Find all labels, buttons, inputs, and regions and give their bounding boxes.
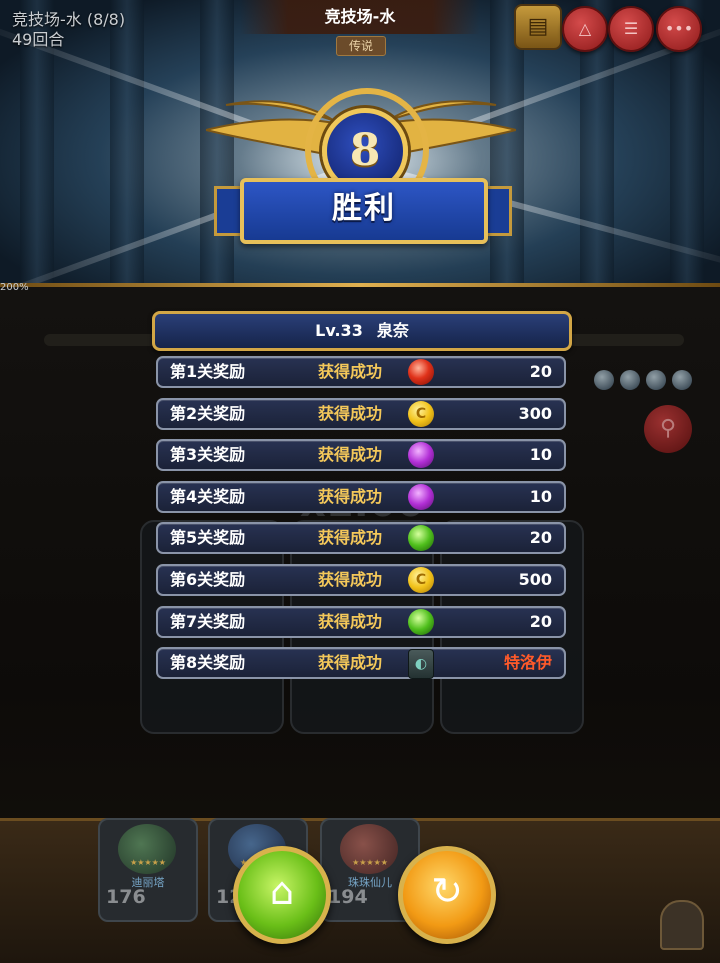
map-button[interactable]: ▤ — [514, 4, 562, 50]
reward-row: 第5关奖励 获得成功 20 — [156, 522, 566, 554]
exit-door-icon — [660, 900, 704, 950]
green-orb-icon — [408, 525, 434, 551]
turn-count-label: 49回合 — [12, 30, 65, 49]
side-percent: 200% — [0, 282, 29, 293]
reward-amount: 20 — [529, 362, 552, 381]
reward-status: 获得成功 — [318, 612, 383, 631]
reward-row: 第3关奖励 获得成功 10 — [156, 439, 566, 471]
difficulty-tag: 传说 — [336, 36, 386, 56]
reward-stage-label: 第8关奖励 — [170, 653, 246, 672]
retry-icon: ↻ — [431, 869, 463, 913]
player-level: Lv.33 — [315, 321, 363, 340]
reward-amount: 20 — [529, 612, 552, 631]
reward-amount: 10 — [529, 445, 552, 464]
character-hp: 176 — [106, 886, 146, 908]
star-rating: ★★★★★ — [130, 858, 166, 867]
home-button[interactable]: ⌂ — [233, 846, 331, 944]
reward-status: 获得成功 — [318, 487, 383, 506]
reward-status: 获得成功 — [318, 404, 383, 423]
team-member-card: ★★★★★ 迪丽塔 176 — [98, 818, 198, 922]
reward-amount: 特洛伊 — [503, 653, 552, 672]
gem-slot-icon — [672, 370, 692, 390]
stage-title-banner: 竞技场-水 — [240, 0, 480, 34]
fire-orb-icon — [408, 359, 434, 385]
reward-row: 第6关奖励 获得成功 C 500 — [156, 564, 566, 596]
document-icon: ☰ — [623, 19, 639, 38]
reward-status: 获得成功 — [318, 570, 383, 589]
reward-row: 第1关奖励 获得成功 20 — [156, 356, 566, 388]
more-dots-icon: ••• — [664, 19, 694, 38]
player-name: 泉奈 — [376, 321, 409, 340]
reward-row: 第8关奖励 获得成功 ◐ 特洛伊 — [156, 647, 566, 679]
retry-button[interactable]: ↻ — [398, 846, 496, 944]
gem-slot-icon — [594, 370, 614, 390]
reward-amount: 10 — [529, 487, 552, 506]
gold-coin-icon: C — [408, 401, 434, 427]
reward-row: 第7关奖励 获得成功 20 — [156, 606, 566, 638]
reward-stage-label: 第2关奖励 — [170, 404, 246, 423]
reward-status: 获得成功 — [318, 445, 383, 464]
gem-slot-icon — [646, 370, 666, 390]
menu-button[interactable]: ••• — [656, 6, 702, 52]
warning-triangle-icon: △ — [578, 19, 592, 38]
reward-stage-label: 第3关奖励 — [170, 445, 246, 464]
gold-coin-icon: C — [408, 567, 434, 593]
reward-stage-label: 第4关奖励 — [170, 487, 246, 506]
purple-orb-icon — [408, 484, 434, 510]
victory-title: 胜利 — [332, 191, 396, 226]
reward-status: 获得成功 — [318, 653, 383, 672]
home-icon: ⌂ — [269, 869, 295, 913]
green-orb-icon — [408, 609, 434, 635]
reward-stage-label: 第7关奖励 — [170, 612, 246, 631]
stage-info: 竞技场-水 (8/8) 49回合 — [12, 10, 125, 50]
stage-progress-label: 竞技场-水 (8/8) — [12, 10, 126, 29]
reward-stage-label: 第5关奖励 — [170, 528, 246, 547]
character-portrait-icon: ◐ — [408, 649, 434, 679]
search-icon: ⚲ — [644, 405, 692, 453]
gem-slot-icon — [620, 370, 640, 390]
reward-row: 第4关奖励 获得成功 10 — [156, 481, 566, 513]
purple-orb-icon — [408, 442, 434, 468]
reward-amount: 300 — [518, 404, 552, 423]
reward-status: 获得成功 — [318, 362, 383, 381]
reward-row: 第2关奖励 获得成功 C 300 — [156, 398, 566, 430]
reward-amount: 500 — [518, 570, 552, 589]
alert-button[interactable]: △ — [562, 6, 608, 52]
player-info-bar: Lv.33 泉奈 — [152, 311, 572, 351]
reward-stage-label: 第1关奖励 — [170, 362, 246, 381]
quest-button[interactable]: ☰ — [608, 6, 654, 52]
character-hp: 194 — [328, 886, 368, 908]
reward-status: 获得成功 — [318, 528, 383, 547]
reward-amount: 20 — [529, 528, 552, 547]
star-rating: ★★★★★ — [352, 858, 388, 867]
scroll-map-icon: ▤ — [527, 14, 549, 39]
reward-stage-label: 第6关奖励 — [170, 570, 246, 589]
